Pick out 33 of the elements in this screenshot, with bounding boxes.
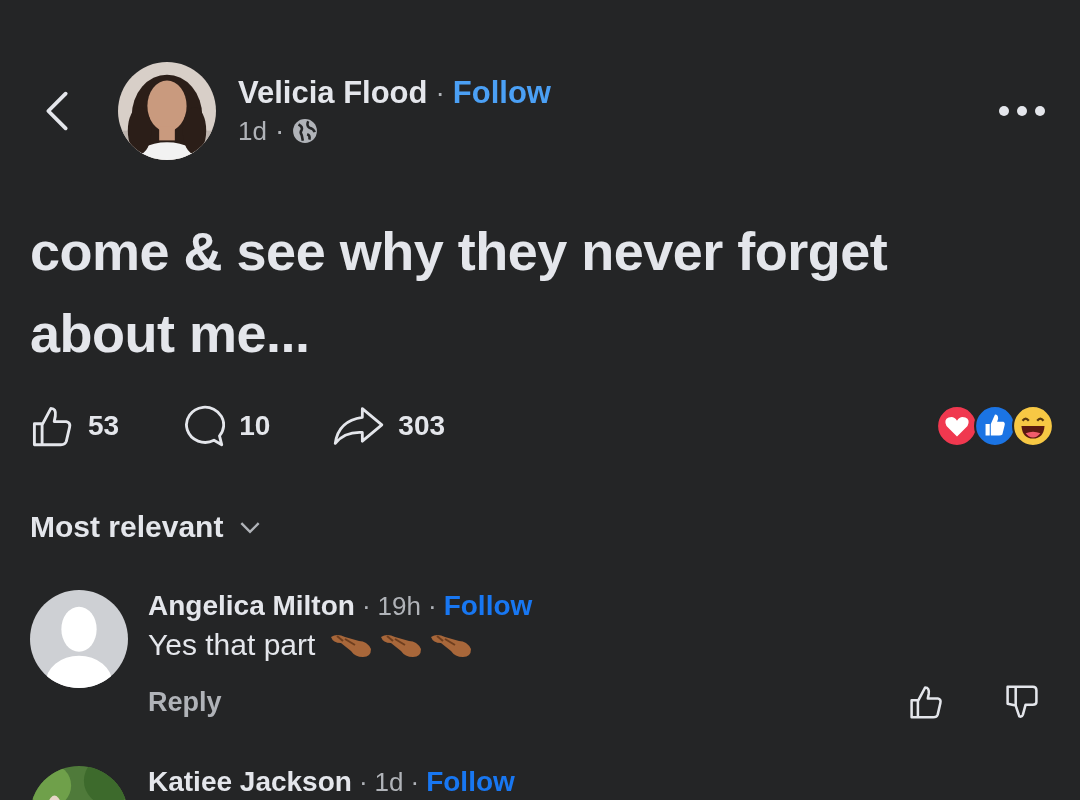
like-count: 53 xyxy=(88,410,120,442)
separator: · xyxy=(274,115,285,147)
comment-text: Yes that part xyxy=(148,628,316,662)
sort-dropdown[interactable]: Most relevant xyxy=(30,510,224,544)
like-reaction-icon xyxy=(974,405,1016,447)
post-time: 1d xyxy=(238,115,267,147)
separator: · xyxy=(435,77,445,109)
chevron-down-icon[interactable] xyxy=(239,520,262,534)
share-count: 303 xyxy=(398,410,446,442)
separator: · xyxy=(427,590,437,622)
laughing-reaction-icon xyxy=(1012,405,1054,447)
thumbs-down-icon[interactable] xyxy=(1004,684,1040,720)
commenter-name[interactable]: Katiee Jackson xyxy=(148,766,352,798)
share-icon[interactable] xyxy=(332,404,385,448)
post-text: come & see why they never forget about me... xyxy=(29,220,889,365)
comment-time: 1d xyxy=(374,766,404,798)
commenter-name[interactable]: Angelica Milton xyxy=(148,590,355,622)
follow-link[interactable]: Follow xyxy=(426,766,515,798)
back-icon[interactable] xyxy=(44,89,70,133)
separator: · xyxy=(361,590,371,622)
thumbs-up-icon[interactable] xyxy=(30,404,74,448)
separator: · xyxy=(410,766,420,798)
thumbs-up-icon[interactable] xyxy=(908,684,944,720)
reply-link[interactable]: Reply xyxy=(148,686,222,718)
follow-link[interactable]: Follow xyxy=(452,75,551,111)
more-icon[interactable] xyxy=(998,105,1046,117)
separator: · xyxy=(358,766,368,798)
follow-link[interactable]: Follow xyxy=(443,590,533,622)
globe-icon xyxy=(292,118,319,144)
author-name[interactable]: Velicia Flood xyxy=(238,75,428,111)
comment-time: 19h xyxy=(377,590,421,622)
comment-count: 10 xyxy=(239,410,271,442)
heart-reaction-icon xyxy=(936,405,978,447)
